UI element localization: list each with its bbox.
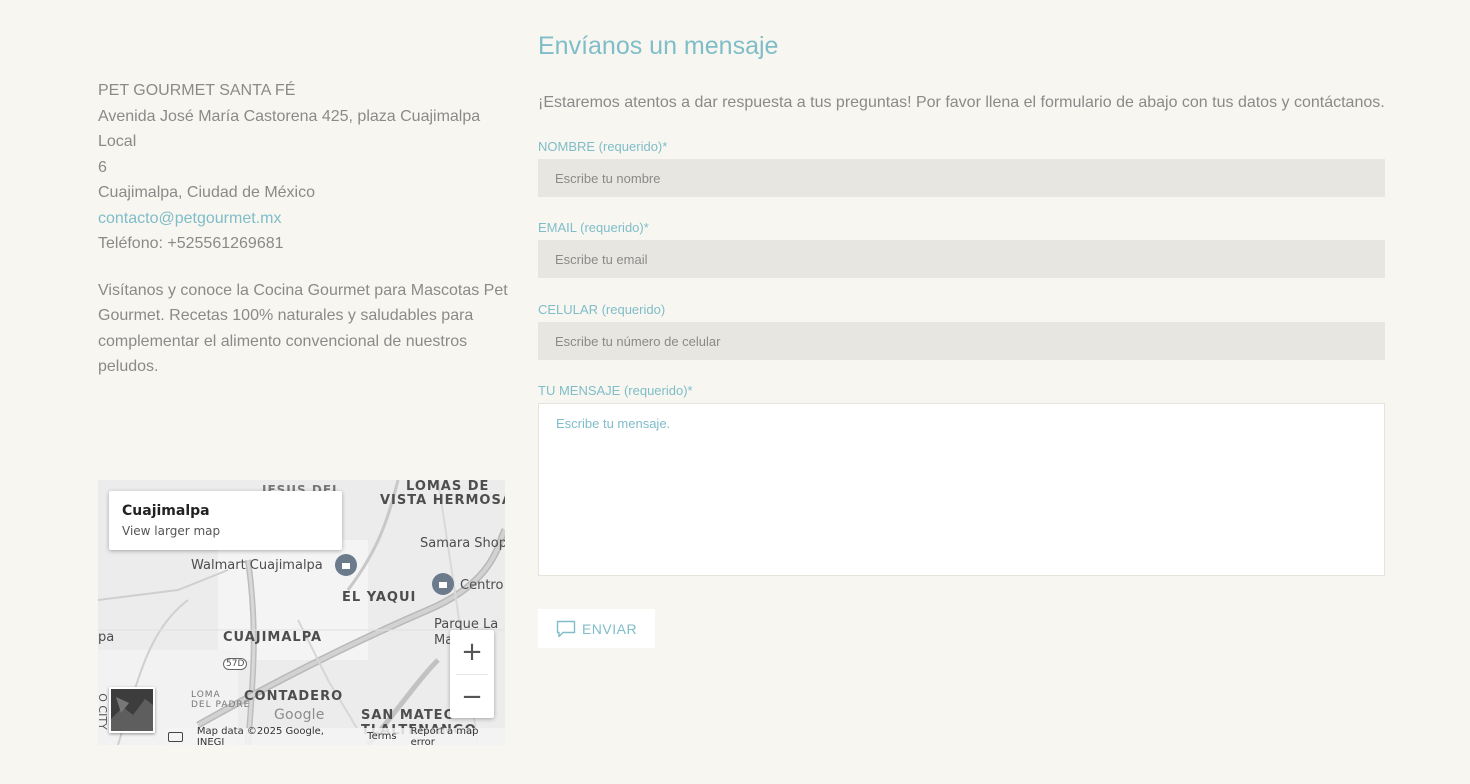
submit-button[interactable]: ENVIAR bbox=[538, 609, 655, 648]
map-terms-link[interactable]: Terms bbox=[367, 731, 396, 742]
description-line: complementar el alimento convencional de… bbox=[98, 332, 468, 376]
map-label: CUAJIMALPA bbox=[223, 630, 323, 645]
view-larger-map-link[interactable]: View larger map bbox=[122, 524, 329, 538]
map-label: DEL PADRE bbox=[191, 700, 251, 710]
address-line-2: 6 bbox=[98, 158, 107, 176]
map-label: LOMA bbox=[191, 690, 221, 700]
map-label: VISTA HERMOSA bbox=[380, 493, 505, 508]
map-label: EL YAQUI bbox=[342, 590, 417, 605]
satellite-preview-icon bbox=[111, 689, 153, 731]
description-line: Visítanos y conoce la Cocina Gourmet par… bbox=[98, 281, 508, 299]
map-report-link[interactable]: Report a map error bbox=[411, 726, 505, 746]
form-title: Envíanos un mensaje bbox=[538, 32, 779, 60]
email-label: EMAIL (requerido)* bbox=[538, 220, 649, 235]
store-description: Visítanos y conoce la Cocina Gourmet par… bbox=[98, 278, 508, 380]
zoom-in-button[interactable]: + bbox=[450, 630, 494, 674]
map-label: SAN MATEO bbox=[361, 708, 456, 723]
submit-label: ENVIAR bbox=[581, 620, 638, 637]
message-placeholder: Escribe tu mensaje. bbox=[556, 416, 671, 431]
zoom-out-button[interactable]: − bbox=[450, 675, 494, 719]
map-label: Samara Shop bbox=[420, 536, 505, 551]
map-label: pa bbox=[98, 630, 115, 645]
chat-bubble-icon bbox=[556, 620, 576, 637]
map-attribution-bar: Map data ©2025 Google, INEGI Terms Repor… bbox=[164, 725, 505, 746]
embedded-map[interactable]: LOMAS DE VISTA HERMOSA JESUS DEL Samara … bbox=[98, 480, 505, 745]
address-line-1: Avenida José María Castorena 425, plaza … bbox=[98, 107, 481, 151]
description-line: Gourmet. Recetas 100% naturales y saluda… bbox=[98, 307, 474, 324]
name-placeholder: Escribe tu nombre bbox=[555, 170, 661, 186]
email-placeholder: Escribe tu email bbox=[555, 251, 648, 267]
phone-placeholder: Escribe tu número de celular bbox=[555, 333, 721, 349]
form-intro: ¡Estaremos atentos a dar respuesta a tus… bbox=[538, 94, 1385, 111]
route-shield: 57D bbox=[223, 658, 248, 670]
phone-field[interactable]: Escribe tu número de celular bbox=[538, 322, 1385, 360]
map-layers-thumbnail[interactable] bbox=[109, 687, 155, 733]
message-textarea[interactable]: Escribe tu mensaje. bbox=[538, 403, 1385, 576]
map-label: Walmart Cuajimalpa bbox=[191, 558, 323, 573]
email-field[interactable]: Escribe tu email bbox=[538, 240, 1385, 278]
map-label: CONTADERO bbox=[244, 689, 344, 704]
map-label: O CITY bbox=[98, 693, 109, 730]
phone-label: CELULAR (requerido) bbox=[538, 302, 666, 317]
keyboard-icon[interactable] bbox=[168, 731, 183, 742]
name-label: NOMBRE (requerido)* bbox=[538, 139, 668, 154]
map-zoom-controls: + − bbox=[450, 630, 494, 718]
map-label: LOMAS DE bbox=[406, 480, 490, 494]
map-attribution: Map data ©2025 Google, INEGI bbox=[196, 725, 324, 746]
email-link[interactable]: contacto@petgourmet.mx bbox=[98, 210, 281, 227]
contact-info: PET GOURMET SANTA FÉ Avenida José María … bbox=[98, 78, 508, 380]
address-city: Cuajimalpa, Ciudad de México bbox=[98, 184, 315, 201]
map-label: Centro bbox=[460, 578, 504, 593]
address-block: PET GOURMET SANTA FÉ Avenida José María … bbox=[98, 78, 508, 257]
message-label: TU MENSAJE (requerido)* bbox=[538, 383, 693, 398]
store-name: PET GOURMET SANTA FÉ bbox=[98, 82, 296, 99]
map-place-title: Cuajimalpa bbox=[122, 503, 210, 519]
google-logo: Google bbox=[274, 707, 325, 723]
map-place-card: Cuajimalpa View larger map bbox=[109, 491, 342, 550]
name-field[interactable]: Escribe tu nombre bbox=[538, 159, 1385, 197]
phone-text: Teléfono: +525561269681 bbox=[98, 235, 284, 252]
